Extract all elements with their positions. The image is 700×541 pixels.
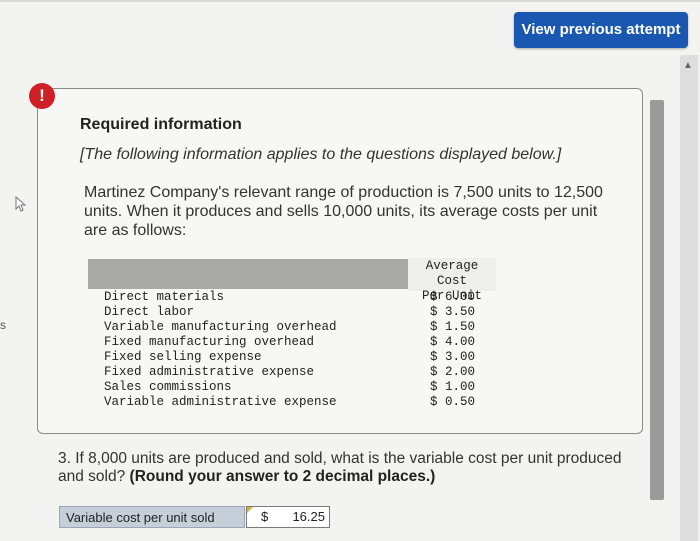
alert-icon: ! (29, 83, 55, 109)
cursor-icon (15, 196, 27, 212)
row-value: $ 1.50 (430, 320, 476, 334)
table-row: Sales commissions $ 1.00 (104, 380, 504, 395)
table-row: Fixed administrative expense $ 2.00 (104, 365, 504, 380)
table-row: Variable administrative expense $ 0.50 (104, 395, 504, 410)
row-label: Variable administrative expense (104, 395, 337, 409)
view-previous-attempt-button[interactable]: View previous attempt (514, 12, 688, 48)
answer-input[interactable]: $ 16.25 (246, 506, 330, 528)
row-label: Fixed manufacturing overhead (104, 335, 315, 349)
top-divider (0, 0, 700, 2)
currency-symbol: $ (261, 509, 269, 524)
row-value: $ 1.00 (430, 380, 476, 394)
cost-table: Direct materials $ 6.00 Direct labor $ 3… (104, 290, 504, 410)
table-row: Fixed selling expense $ 3.00 (104, 350, 504, 365)
panel-title: Required information (80, 116, 242, 133)
panel-subtitle: [The following information applies to th… (80, 146, 562, 163)
table-row: Fixed manufacturing overhead $ 4.00 (104, 335, 504, 350)
row-label: Direct labor (104, 305, 195, 319)
row-value: $ 2.00 (430, 365, 476, 379)
side-cut-label: s (0, 318, 6, 332)
row-value: $ 3.50 (430, 305, 476, 319)
row-value: $ 3.00 (430, 350, 476, 364)
row-value: $ 0.50 (430, 395, 476, 409)
page-scrollbar-track[interactable] (680, 55, 698, 541)
answer-value[interactable]: 16.25 (292, 507, 325, 527)
panel-intro: Martinez Company's relevant range of pro… (84, 184, 603, 239)
table-row: Direct materials $ 6.00 (104, 290, 504, 305)
table-row: Variable manufacturing overhead $ 1.50 (104, 320, 504, 335)
row-label: Fixed selling expense (104, 350, 262, 364)
row-label: Direct materials (104, 290, 225, 304)
row-value: $ 4.00 (430, 335, 476, 349)
row-label: Variable manufacturing overhead (104, 320, 337, 334)
row-value: $ 6.00 (430, 290, 476, 304)
table-header-line1: Average Cost (425, 259, 479, 288)
row-label: Fixed administrative expense (104, 365, 315, 379)
flag-icon (247, 507, 253, 513)
panel-scrollbar[interactable] (650, 100, 664, 500)
row-label: Sales commissions (104, 380, 232, 394)
question-text: 3. If 8,000 units are produced and sold,… (58, 450, 648, 486)
table-row: Direct labor $ 3.50 (104, 305, 504, 320)
question-instruction: (Round your answer to 2 decimal places.) (129, 468, 436, 485)
scroll-up-icon[interactable]: ▲ (683, 60, 693, 71)
answer-label: Variable cost per unit sold (59, 506, 245, 528)
